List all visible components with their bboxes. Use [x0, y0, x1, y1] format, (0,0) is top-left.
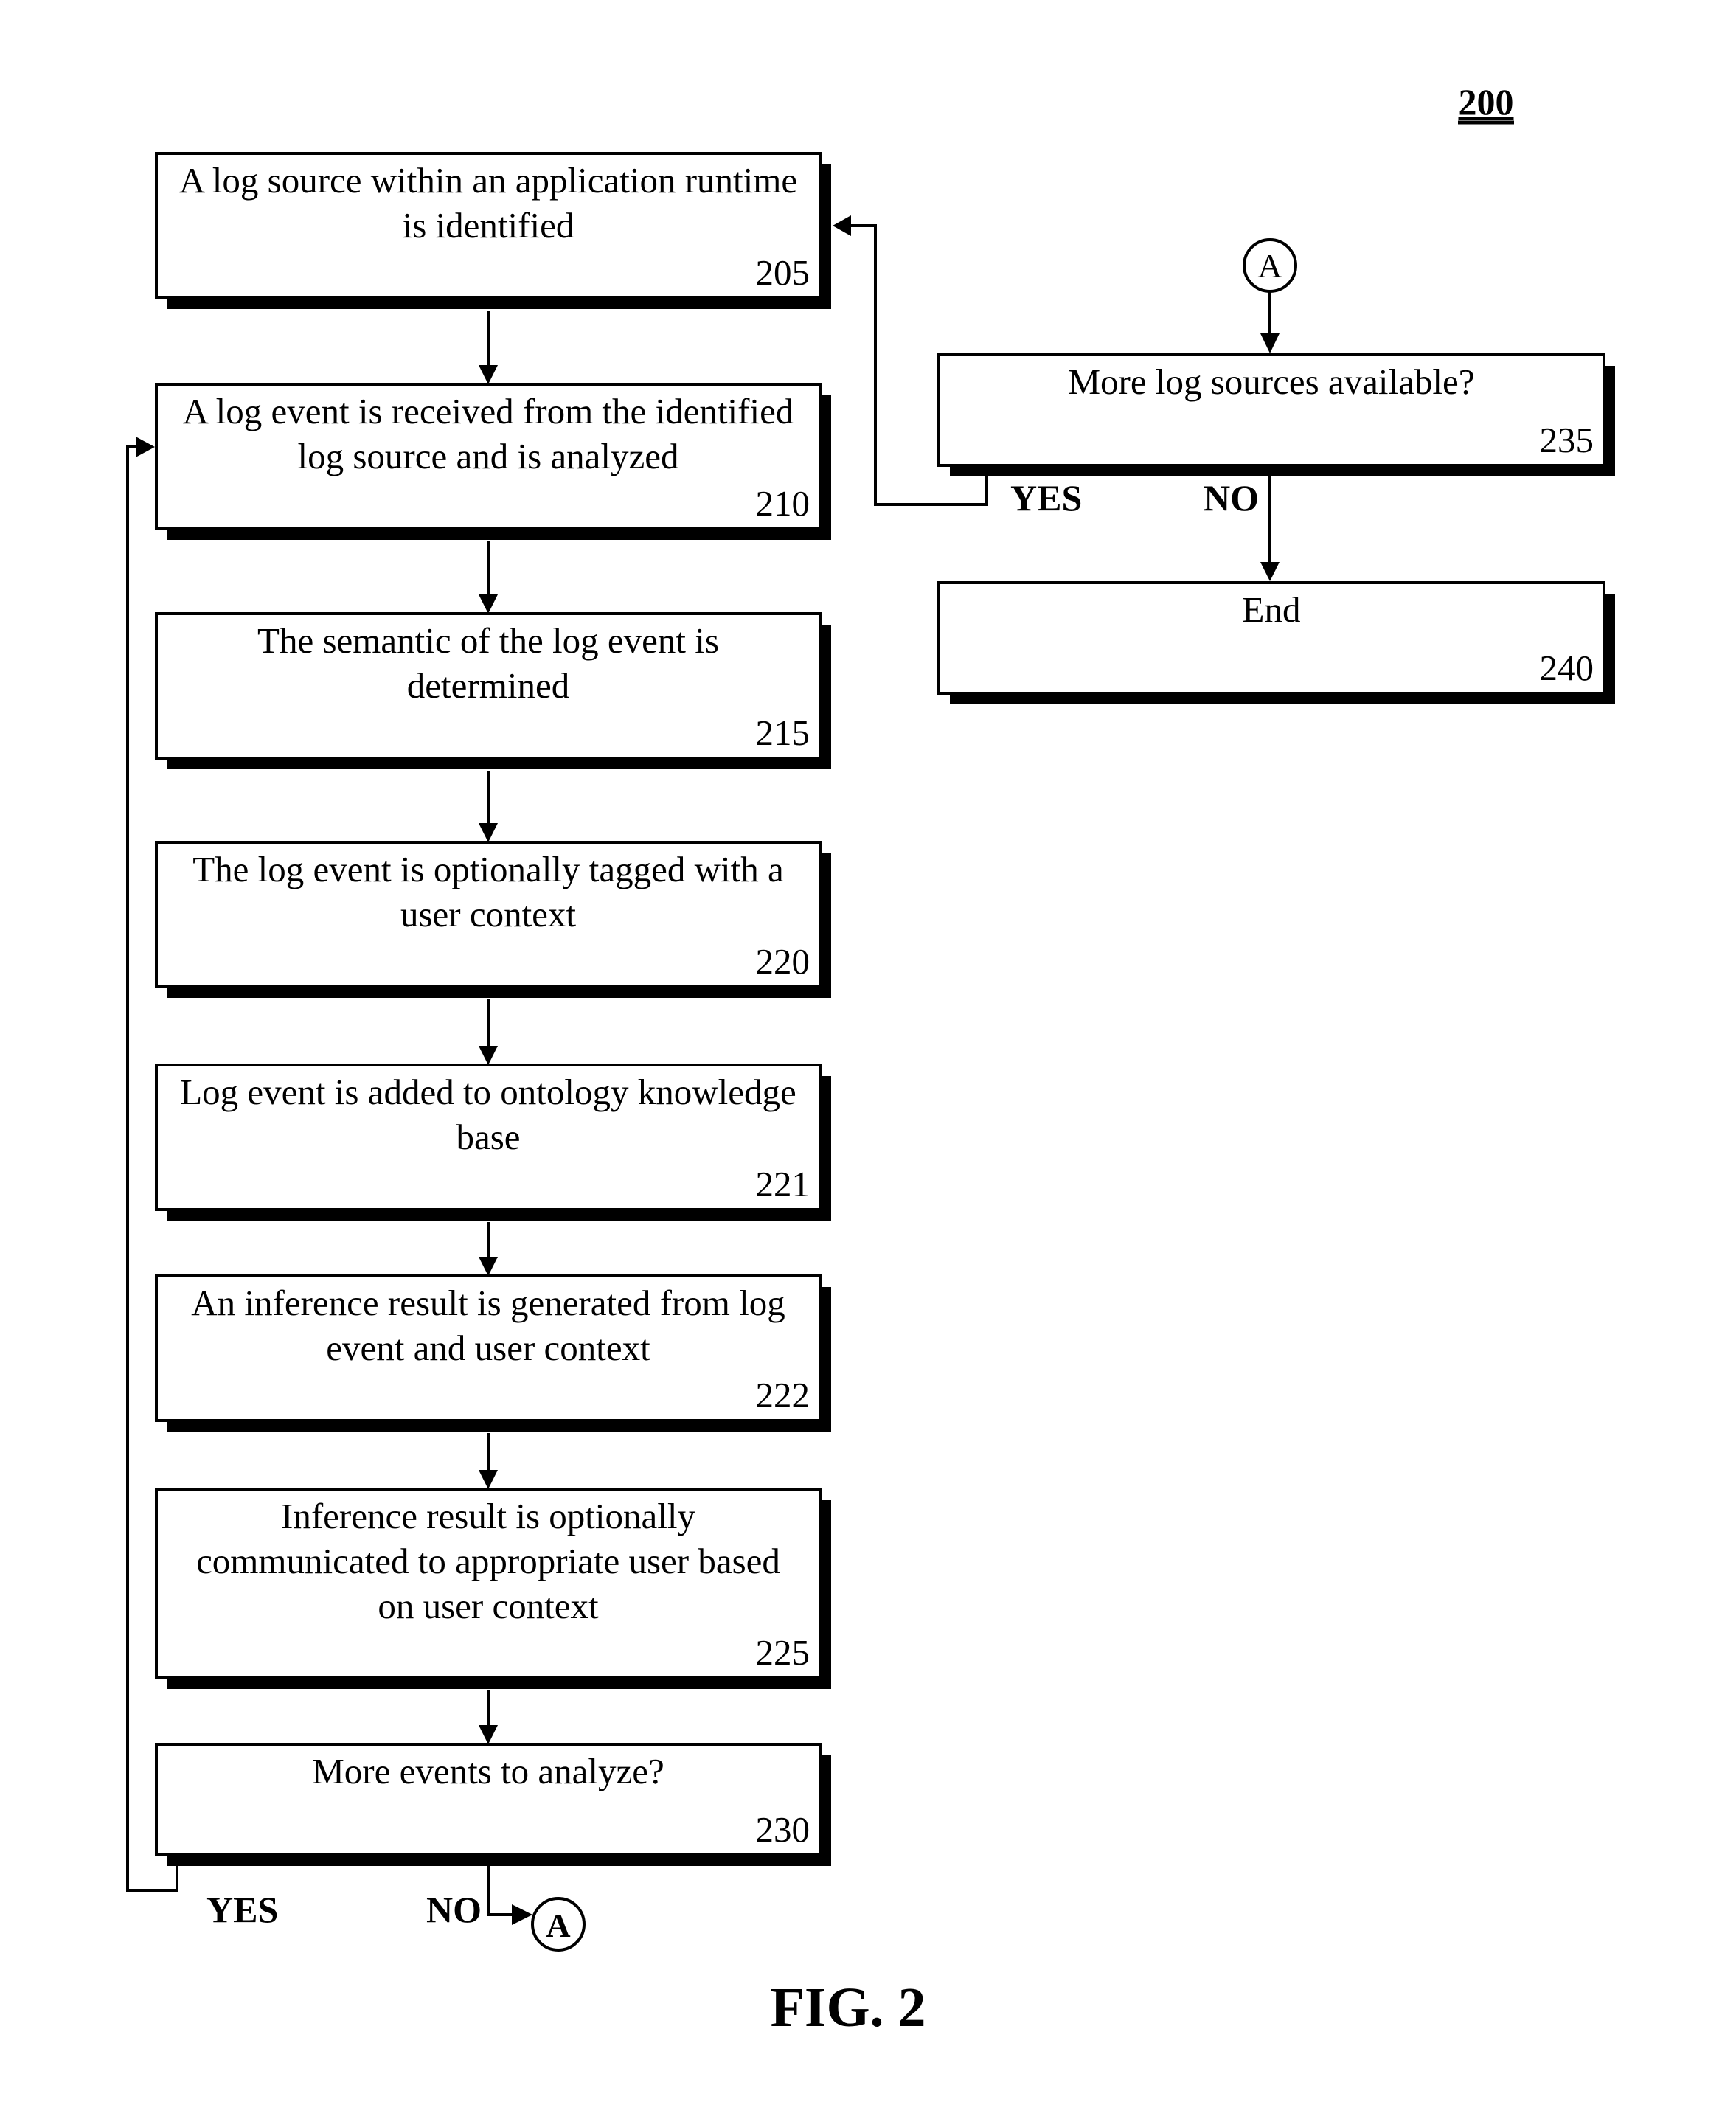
arrowhead-icon [479, 365, 498, 384]
flowchart-canvas: 200 A log source within an application r… [126, 81, 1615, 2039]
step-number: 225 [756, 1632, 810, 1673]
step-text-line: log source and is analyzed [297, 436, 678, 476]
step-text-line: communicated to appropriate user based [196, 1541, 780, 1581]
step-number: 215 [756, 712, 810, 753]
arrowhead-icon [479, 1046, 498, 1065]
arrowhead-icon [479, 594, 498, 614]
step-box-221: Log event is added to ontology knowledge… [155, 1064, 831, 1221]
step-number: 222 [756, 1375, 810, 1415]
step-text-line: The log event is optionally tagged with … [192, 849, 784, 889]
connector-a-out: A [531, 1897, 586, 1952]
step-text-line: determined [407, 665, 569, 706]
step-box-210: A log event is received from the identif… [155, 383, 831, 540]
arrowhead-icon [479, 1725, 498, 1744]
step-number: 210 [756, 483, 810, 524]
step-number: 221 [756, 1164, 810, 1204]
step-text-line: is identified [403, 205, 574, 246]
process-boxes: A log source within an application runti… [155, 152, 1615, 1866]
arrowhead-icon [136, 437, 155, 457]
arrowhead-icon [479, 823, 498, 842]
step-text-line: A log source within an application runti… [179, 160, 797, 201]
step-text-line: More log sources available? [1068, 361, 1474, 402]
arrowhead-icon [479, 1470, 498, 1489]
step-text-line: Log event is added to ontology knowledge [180, 1072, 796, 1112]
arrowhead-icon [1260, 562, 1280, 581]
step-number: 205 [756, 252, 810, 293]
step-text-line: event and user context [326, 1328, 650, 1368]
step-box-230: More events to analyze? 230 [155, 1743, 831, 1866]
figure-caption: FIG. 2 [770, 1977, 926, 2039]
step-text-line: user context [400, 894, 576, 934]
step-text-line: on user context [378, 1586, 599, 1626]
step-number: 240 [1540, 648, 1594, 688]
connector-a-in-label: A [1257, 247, 1282, 285]
connector-a-out-label: A [546, 1907, 570, 1944]
step-box-240: End 240 [937, 581, 1615, 704]
arrowhead-icon [1260, 333, 1280, 353]
arrow-230-no-to-a [487, 1866, 513, 1916]
decision-235-yes-label: YES [1010, 477, 1082, 518]
connector-a-in: A [1243, 238, 1297, 293]
step-text-line: A log event is received from the identif… [183, 391, 794, 431]
decision-235-no-label: NO [1204, 477, 1259, 518]
arrowhead-icon [512, 1904, 532, 1925]
figure-reference-number: 200 [1459, 81, 1514, 122]
step-box-225: Inference result is optionally communicat… [155, 1488, 831, 1689]
step-number: 230 [756, 1809, 810, 1850]
arrowhead-icon [833, 215, 851, 236]
step-box-220: The log event is optionally tagged with … [155, 841, 831, 998]
decision-230-yes-label: YES [206, 1889, 278, 1930]
step-box-205: A log source within an application runti… [155, 152, 831, 309]
arrowhead-icon [479, 1257, 498, 1276]
step-number: 220 [756, 941, 810, 982]
step-text-line: base [456, 1117, 520, 1157]
decision-230-no-label: NO [426, 1889, 482, 1930]
step-text-line: An inference result is generated from lo… [191, 1283, 785, 1323]
step-text-line: The semantic of the log event is [257, 620, 719, 661]
step-text-line: Inference result is optionally [281, 1496, 695, 1536]
step-text-line: End [1243, 589, 1301, 630]
step-number: 235 [1540, 420, 1594, 460]
step-box-215: The semantic of the log event isdetermin… [155, 612, 831, 769]
step-text-line: More events to analyze? [312, 1751, 664, 1791]
step-box-222: An inference result is generated from lo… [155, 1274, 831, 1432]
step-box-235: More log sources available? 235 [937, 353, 1615, 476]
